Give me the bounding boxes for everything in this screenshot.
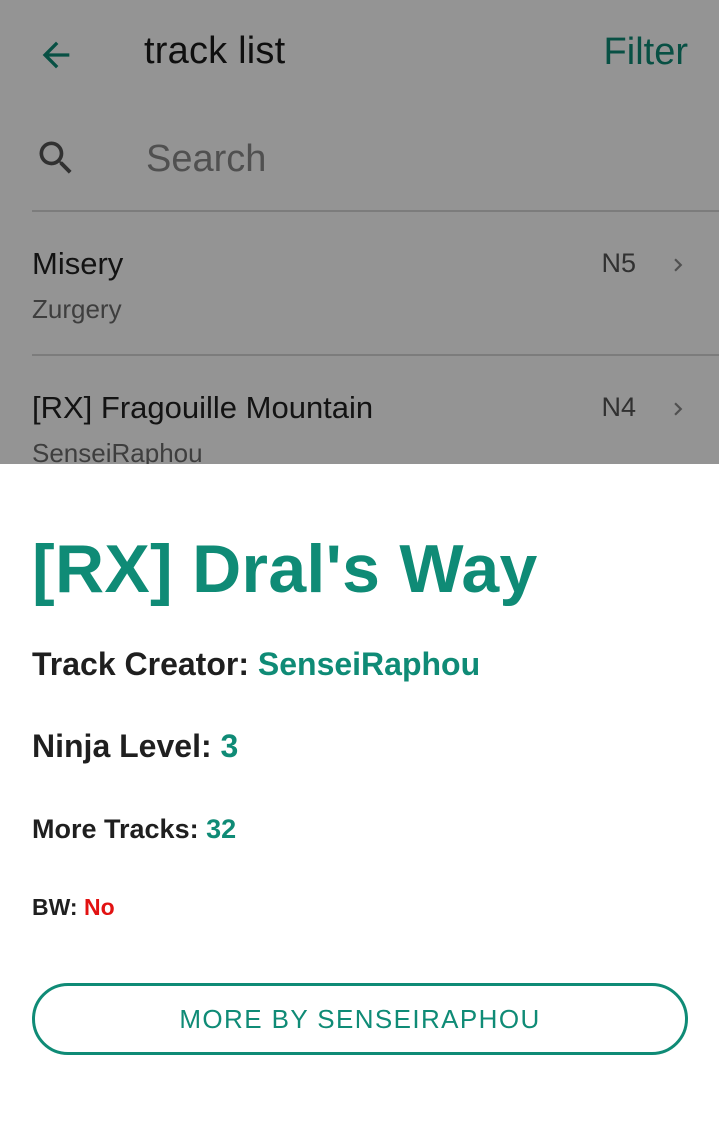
more-tracks-row: More Tracks: 32 [32, 814, 236, 845]
screen: track list Filter Misery Zurgery N5 [RX]… [0, 0, 719, 1134]
more-by-author-button[interactable]: MORE BY SENSEIRAPHOU [32, 983, 688, 1055]
bw-label: BW: [32, 894, 78, 920]
bw-row: BW: No [32, 894, 115, 921]
ninja-level-value: 3 [220, 728, 239, 764]
track-creator-value: SenseiRaphou [257, 646, 481, 682]
bw-value: No [83, 894, 115, 920]
ninja-level-label: Ninja Level: [32, 728, 212, 764]
track-creator-label: Track Creator: [32, 646, 249, 682]
sheet-title: [RX] Dral's Way [32, 531, 538, 607]
more-tracks-label: More Tracks: [32, 814, 199, 844]
track-creator-row: Track Creator: SenseiRaphou [32, 646, 480, 683]
more-tracks-value: 32 [206, 814, 237, 844]
ninja-level-row: Ninja Level: 3 [32, 728, 238, 765]
track-details-sheet: [RX] Dral's Way Track Creator: SenseiRap… [0, 464, 719, 1134]
